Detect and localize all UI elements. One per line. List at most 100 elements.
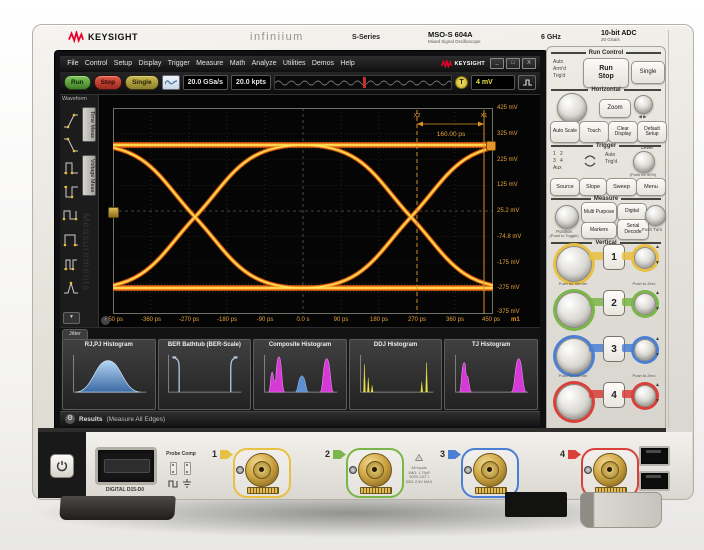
power-button[interactable] bbox=[50, 454, 74, 478]
zoom-button[interactable]: Zoom bbox=[599, 99, 631, 118]
ch1-arrow-icon bbox=[220, 450, 233, 459]
measure-position-knob[interactable] bbox=[555, 205, 579, 229]
ch4-scale-knob[interactable] bbox=[556, 384, 592, 420]
auto-scale-button[interactable]: Auto Scale bbox=[550, 121, 580, 143]
run-stop-button[interactable]: Run Stop bbox=[583, 58, 629, 88]
sample-rate-field[interactable]: 20.0 GSa/s bbox=[183, 75, 228, 90]
adc-block: 10-bit ADC 20 GSa/s bbox=[601, 30, 637, 42]
sidebar-scroll-down-button[interactable]: ▼ bbox=[63, 312, 80, 324]
ch4-offset-knob[interactable] bbox=[634, 385, 656, 407]
stop-button[interactable]: Stop bbox=[94, 75, 122, 90]
horizontal-position-strip[interactable] bbox=[274, 75, 452, 90]
ch3-offset-knob[interactable] bbox=[634, 339, 656, 361]
panel-rjpj-histogram[interactable]: RJ,PJ Histogram bbox=[62, 339, 156, 410]
menu-help[interactable]: Help bbox=[337, 60, 358, 67]
timebase-position-marker[interactable] bbox=[363, 77, 366, 88]
tj-histogram-plot bbox=[448, 348, 534, 398]
touch-button[interactable]: Touch bbox=[579, 121, 609, 143]
tab-jitter[interactable]: Jitter bbox=[62, 329, 88, 339]
probe-comp-pin[interactable] bbox=[184, 462, 191, 475]
usb-port-top[interactable] bbox=[639, 446, 670, 466]
run-button[interactable]: Run bbox=[64, 75, 91, 90]
ch3-bnc-input[interactable] bbox=[461, 448, 519, 498]
tab-time-meas[interactable]: Time Meas bbox=[82, 107, 96, 142]
chassis-seam bbox=[668, 30, 669, 428]
waveform-preview-button[interactable] bbox=[162, 75, 180, 90]
menu-measure[interactable]: Measure bbox=[193, 60, 227, 67]
menu-trigger[interactable]: Trigger bbox=[165, 60, 193, 67]
trigger-source-12: 1 2 bbox=[553, 151, 563, 158]
measurement-sidebar: Waveform bbox=[60, 95, 99, 327]
measure-entry-knob[interactable] bbox=[645, 205, 666, 226]
menu-utilities[interactable]: Utilities bbox=[280, 60, 309, 67]
clear-display-button[interactable]: Clear Display bbox=[608, 121, 638, 143]
panel-ber-bathtub[interactable]: BER Bathtub (BER-Scale) bbox=[158, 339, 252, 410]
ch2-scale-knob[interactable] bbox=[556, 292, 592, 328]
oscilloscope-front-view: KEYSIGHT infiniium S-Series MSO-S 604A M… bbox=[0, 0, 704, 550]
trigger-sweep-button[interactable]: Sweep bbox=[606, 178, 637, 196]
ch2-bnc-input[interactable] bbox=[346, 448, 404, 498]
minimize-button[interactable]: _ bbox=[490, 58, 504, 69]
trigger-setup-button[interactable] bbox=[518, 75, 536, 90]
menu-analyze[interactable]: Analyze bbox=[248, 60, 279, 67]
probe-comp-pin[interactable] bbox=[170, 462, 177, 475]
marker-x1-label[interactable]: X1 bbox=[481, 113, 488, 119]
horizontal-scale-knob[interactable] bbox=[634, 95, 653, 114]
ch2-offset-knob[interactable] bbox=[634, 293, 656, 315]
close-button[interactable]: X bbox=[522, 58, 536, 69]
ch4-arrow-icon bbox=[568, 450, 581, 459]
usb-port-bottom[interactable] bbox=[639, 471, 670, 491]
panel-tj-histogram[interactable]: TJ Histogram bbox=[444, 339, 538, 410]
measurement-icons[interactable] bbox=[62, 107, 80, 303]
usb-ports[interactable] bbox=[639, 446, 670, 496]
channel1-ground-marker[interactable] bbox=[108, 207, 119, 218]
waveform-plot-area[interactable]: X2 X1 160.00 ps 425 mV 325 mV 225 mV 125… bbox=[99, 95, 540, 327]
trigger-source-aux: Aux bbox=[553, 165, 563, 172]
right-foot bbox=[580, 492, 662, 528]
menu-control[interactable]: Control bbox=[82, 60, 111, 67]
marker-x2-label[interactable]: X2 bbox=[414, 113, 421, 119]
ch1-scale-knob[interactable] bbox=[556, 246, 592, 282]
single-button-hw[interactable]: Single bbox=[631, 61, 665, 84]
menu-display[interactable]: Display bbox=[135, 60, 164, 67]
multi-purpose-button[interactable]: Multi Purpose bbox=[581, 202, 617, 223]
maximize-button[interactable]: □ bbox=[506, 58, 520, 69]
trigger-menu-button[interactable]: Menu bbox=[636, 178, 666, 196]
display-content: Waveform bbox=[60, 95, 540, 327]
trigger-level-knob[interactable] bbox=[633, 151, 655, 173]
panel-composite-histogram[interactable]: Composite Histogram bbox=[253, 339, 347, 410]
brand-text: KEYSIGHT bbox=[88, 32, 138, 42]
push-vernier-label: Push for Vernier bbox=[549, 374, 597, 379]
panel-ddj-histogram[interactable]: DDJ Histogram bbox=[349, 339, 443, 410]
ch4-bnc-input[interactable] bbox=[581, 448, 639, 498]
tab-voltage-meas[interactable]: Voltage Meas bbox=[82, 155, 96, 196]
menu-math[interactable]: Math bbox=[227, 60, 249, 67]
ch2-up-icon: ▲ bbox=[655, 290, 660, 296]
markers-button[interactable]: Markers bbox=[581, 222, 617, 239]
ch1-input-number: 1 bbox=[212, 449, 217, 459]
vertical-channel-3-row: 3 ▲ ▼ Push for Vernier Push to Zero bbox=[547, 338, 665, 378]
sidebar-collapse-button[interactable]: ‹ bbox=[101, 316, 110, 325]
gear-icon[interactable]: ⚙ bbox=[65, 414, 75, 424]
menu-setup[interactable]: Setup bbox=[111, 60, 136, 67]
ch4-down-icon: ▼ bbox=[655, 398, 660, 404]
digital-connector-label: DIGITAL D15-D0 bbox=[83, 487, 167, 493]
trigger-source-button[interactable]: Source bbox=[550, 178, 580, 196]
default-setup-button[interactable]: Default Setup bbox=[637, 121, 667, 143]
x-axis-label: -90 ps bbox=[257, 317, 274, 323]
menu-file[interactable]: File bbox=[64, 60, 82, 67]
ch1-bnc-input[interactable] bbox=[233, 448, 291, 498]
adc-sublabel: 20 GSa/s bbox=[601, 37, 637, 42]
trigger-slope-button[interactable]: Slope bbox=[579, 178, 607, 196]
horizontal-position-knob[interactable] bbox=[557, 93, 587, 123]
single-button[interactable]: Single bbox=[125, 75, 159, 90]
lamp-auto: Auto bbox=[553, 59, 566, 66]
digital-connector[interactable] bbox=[95, 447, 157, 485]
marker-handle[interactable] bbox=[486, 141, 496, 151]
edge-trigger-icon bbox=[522, 78, 533, 87]
ch3-scale-knob[interactable] bbox=[556, 338, 592, 374]
memory-depth-field[interactable]: 20.0 kpts bbox=[231, 75, 271, 90]
ch1-offset-knob[interactable] bbox=[634, 247, 656, 269]
menu-demos[interactable]: Demos bbox=[309, 60, 338, 67]
trigger-level-field[interactable]: 4 mV bbox=[471, 75, 515, 90]
